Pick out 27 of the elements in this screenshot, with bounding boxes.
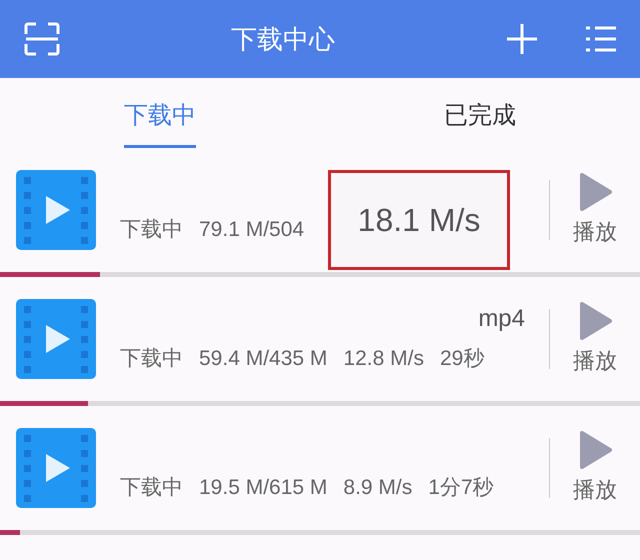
file-name: mp4 — [478, 305, 525, 332]
download-size: 59.4 M/435 M — [199, 346, 328, 372]
play-button[interactable]: 播放 — [550, 302, 640, 376]
add-icon[interactable] — [506, 23, 538, 55]
play-button[interactable]: 播放 — [550, 172, 640, 248]
scan-icon[interactable] — [24, 22, 60, 56]
download-status: 下载中 — [120, 346, 183, 372]
tab[interactable]: 已完成 — [444, 78, 516, 148]
download-speed: 12.8 M/s — [343, 346, 424, 372]
video-file-icon — [16, 428, 96, 508]
download-size: 79.1 M/504 — [199, 217, 304, 244]
speed-callout: 18.1 M/s — [328, 170, 510, 270]
play-button[interactable]: 播放 — [550, 430, 640, 506]
download-status: 下载中 — [120, 475, 183, 502]
remaining-time: 29秒 — [440, 346, 484, 372]
tab[interactable]: 下载中 — [124, 78, 196, 148]
download-speed: 8.9 M/s — [343, 475, 412, 502]
download-status: 下载中 — [120, 217, 183, 244]
play-icon — [578, 430, 612, 468]
play-icon — [578, 172, 612, 210]
download-size: 19.5 M/615 M — [199, 475, 328, 502]
remaining-time: 1分7秒 — [428, 475, 494, 502]
video-file-icon — [16, 299, 96, 379]
video-file-icon — [16, 170, 96, 250]
play-icon — [578, 302, 612, 340]
page-title: 下载中心 — [231, 22, 335, 56]
menu-icon[interactable] — [586, 25, 616, 53]
